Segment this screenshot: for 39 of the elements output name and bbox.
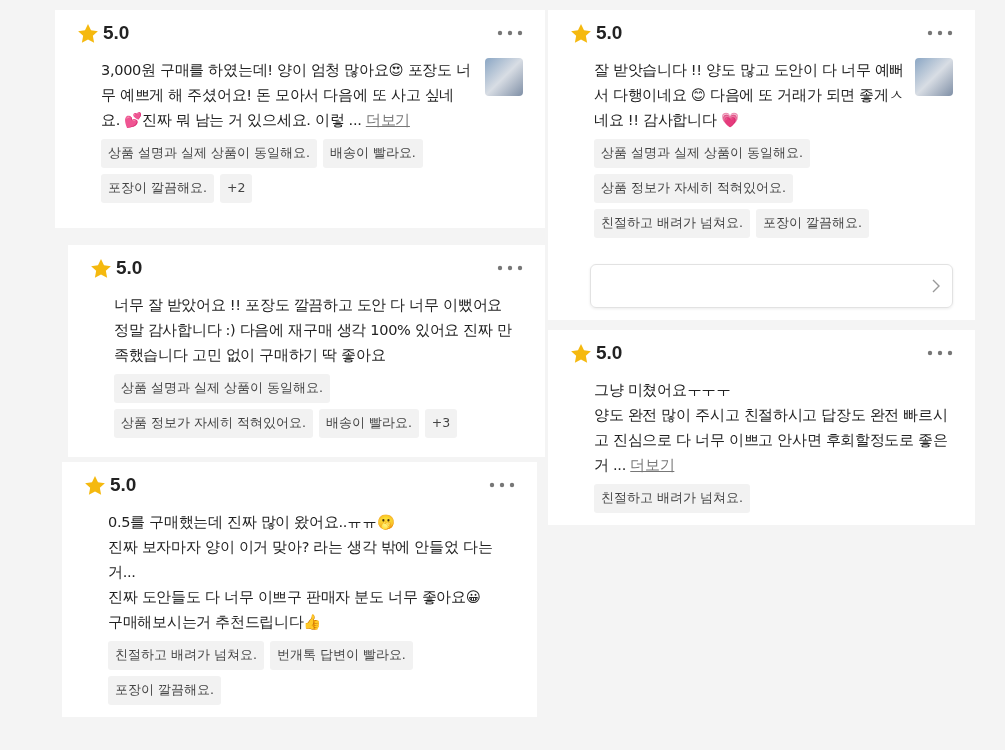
review-tag: 포장이 깔끔해요.	[101, 174, 214, 203]
review-tag: 친절하고 배려가 넘쳐요.	[108, 641, 264, 670]
more-options-icon[interactable]	[497, 265, 523, 271]
review-tag: 배송이 빨라요.	[322, 139, 423, 168]
review-tag: 포장이 깔끔해요.	[755, 209, 869, 238]
more-options-icon[interactable]	[927, 30, 953, 36]
review-tag: 번개톡 답변이 빨라요.	[269, 641, 413, 670]
review-text: 너무 잘 받았어요 !! 포장도 깔끔하고 도안 다 너무 이뻤어요 정말 감사합니다 :) 다음에 재구매 생각 100% 있어요 진짜 만족했습니다 고민 없이 구매하기 딱 좋아요	[114, 296, 513, 365]
review-tag: 상품 설명과 실제 상품이 동일해요.	[101, 139, 317, 168]
rating-score: 5.0	[103, 22, 130, 44]
review-tag: 친절하고 배려가 넘쳐요.	[594, 209, 750, 238]
star-icon	[84, 474, 106, 496]
review-text: 그냥 미쳤어요ㅜㅜㅜ 양도 완전 많이 주시고 친절하시고 답장도 완전 빠르시고 진심으로 다 너무 이쁘고 안사면 후회할정도로 좋은거 ... 더보기	[594, 381, 949, 475]
review-tag: 포장이 깔끔해요.	[108, 676, 221, 705]
rating-score: 5.0	[596, 342, 623, 364]
star-icon	[570, 342, 592, 364]
review-text: 0.5를 구매했는데 진짜 많이 왔어요..ㅠㅠ🫢 진짜 보자마자 양이 이거 맞아? 라는 생각 밖에 안들었 다는 거... 진짜 도안들도 다 너무 이쁘구 판매자 분도 너무 좋아요😀 구매해보시는거 추천드립니다👍	[108, 513, 494, 632]
rating-score: 5.0	[596, 22, 623, 44]
review-tag: 상품 정보가 자세히 적혀있어요.	[594, 174, 793, 203]
star-icon	[77, 22, 99, 44]
chevron-right-icon	[932, 279, 940, 293]
rating-score: 5.0	[116, 257, 143, 279]
rating-score: 5.0	[110, 474, 137, 496]
star-icon	[570, 22, 592, 44]
review-tag: 친절하고 배려가 넘쳐요.	[594, 484, 750, 513]
review-tag: 상품 설명과 실제 상품이 동일해요.	[114, 374, 330, 403]
more-options-icon[interactable]	[927, 350, 953, 356]
more-link[interactable]: 더보기	[365, 112, 410, 128]
more-options-icon[interactable]	[489, 482, 515, 488]
review-tag: 상품 정보가 자세히 적혀있어요.	[114, 409, 313, 438]
review-text: 3,000원 구매를 하였는데! 양이 엄청 많아요😍 포장도 너무 예쁘게 해 주셨어요! 돈 모아서 다음에 또 사고 싶네요. 💕진짜 뭐 남는 거 있으세요. 이렇 ... 더보기	[101, 61, 471, 130]
review-tag: +3	[424, 409, 458, 438]
more-options-icon[interactable]	[497, 30, 523, 36]
review-tag: +2	[219, 174, 253, 203]
star-icon	[90, 257, 112, 279]
more-link[interactable]: 더보기	[630, 457, 675, 473]
review-tag: 배송이 빨라요.	[318, 409, 419, 438]
review-tag: 상품 설명과 실제 상품이 동일해요.	[594, 139, 810, 168]
review-text: 잘 받앗습니다 !! 양도 많고 도안이 다 너무 예뻐서 다행이네요 😊 다음에 또 거래가 되면 좋게ㅅ네요 !! 감사합니다 💗	[594, 61, 906, 130]
